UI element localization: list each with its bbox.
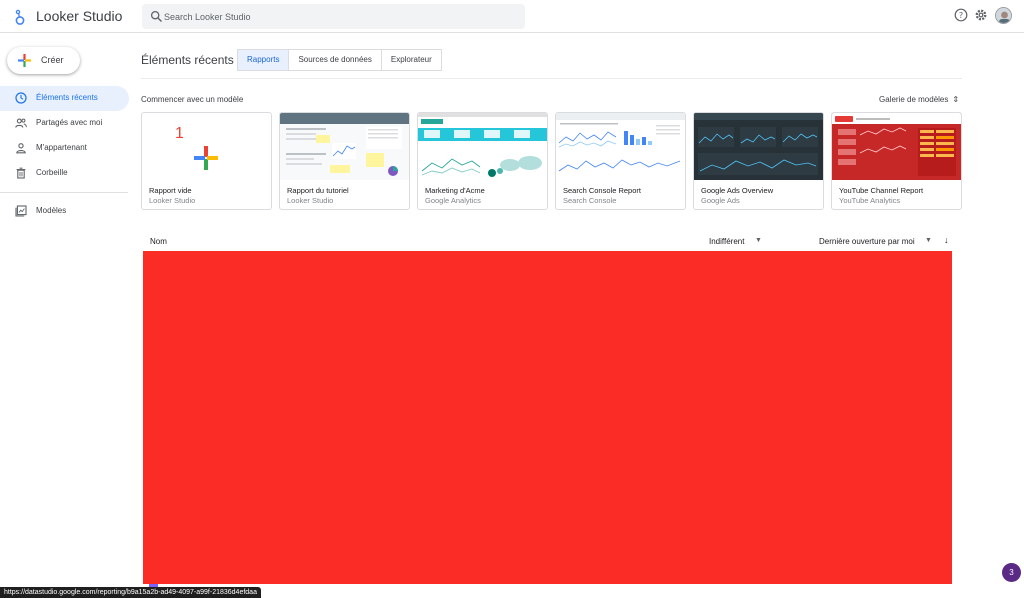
sidebar-divider [0,192,128,193]
looker-studio-logo-icon[interactable] [14,8,26,26]
report-list-header: Nom Indifférent ▼ Dernière ouverture par… [141,232,962,250]
unfold-icon: ⇕ [952,95,960,104]
avatar-image [996,8,1011,23]
app-title[interactable]: Looker Studio [36,8,122,24]
sidebar-item-trash[interactable]: Corbeille [0,161,129,186]
column-name[interactable]: Nom [150,237,167,246]
create-button[interactable]: Créer [7,47,80,74]
template-name: Rapport du tutoriel [287,186,349,195]
template-source: Looker Studio [149,196,196,205]
trash-icon [16,167,26,179]
tab-reports[interactable]: Rapports [237,49,290,71]
sidebar-item-label: M'appartenant [36,143,87,152]
plus-icon [18,54,31,67]
create-button-label: Créer [41,55,64,65]
template-name: Marketing d'Acme [425,186,485,195]
search-console-preview-graphic [556,113,685,180]
template-name: YouTube Channel Report [839,186,924,195]
search-input[interactable] [164,7,514,26]
badge-number: 1 [175,125,184,142]
template-card-youtube[interactable]: YouTube Channel Report YouTube Analytics [831,112,962,210]
chevron-down-icon[interactable]: ▼ [755,237,762,244]
sidebar-item-label: Partagés avec moi [36,118,103,127]
template-card-acme[interactable]: Marketing d'Acme Google Analytics [417,112,548,210]
sort-direction-icon[interactable]: ↓ [944,235,949,245]
template-thumbnail [832,113,961,180]
template-name: Rapport vide [149,186,192,195]
clock-icon [15,92,27,104]
template-card-search-console[interactable]: Search Console Report Search Console [555,112,686,210]
template-source: Looker Studio [287,196,334,205]
svg-text:?: ? [959,11,963,20]
sidebar-item-label: Corbeille [36,168,68,177]
page-title: Éléments récents [141,53,234,67]
template-source: Search Console [563,196,617,205]
owner-filter[interactable]: Indifférent [709,237,744,246]
sidebar-item-owned[interactable]: M'appartenant [0,136,129,161]
sidebar-item-templates[interactable]: Modèles [0,199,129,224]
sidebar: Créer Éléments récents Partagés avec moi… [0,34,135,598]
template-thumbnail [556,113,685,180]
notification-badge[interactable]: 3 [1002,563,1021,582]
template-card-blank[interactable]: 1 Rapport vide Looker Studio [141,112,272,210]
acme-preview-graphic [418,113,547,180]
sort-dropdown[interactable]: Dernière ouverture par moi [819,237,915,246]
template-gallery-link[interactable]: Galerie de modèles ⇕ [879,95,959,104]
sidebar-item-recent[interactable]: Éléments récents [0,86,129,111]
avatar[interactable] [995,7,1012,24]
youtube-preview-graphic [832,113,961,180]
template-card-google-ads[interactable]: Google Ads Overview Google Ads [693,112,824,210]
help-icon[interactable]: ? [954,8,968,22]
top-bar: Looker Studio ? [0,0,1024,33]
plus-icon [194,146,218,170]
templates-icon [15,205,27,217]
template-card-tutorial[interactable]: Rapport du tutoriel Looker Studio [279,112,410,210]
tutorial-preview-graphic [280,113,409,180]
status-bar-url: https://datastudio.google.com/reporting/… [0,587,261,598]
template-source: Google Analytics [425,196,481,205]
templates-label: Commencer avec un modèle [141,95,244,104]
people-icon [15,118,27,128]
header-divider [141,78,962,79]
tab-bar: Rapports Sources de données Explorateur [237,49,442,71]
sidebar-item-shared[interactable]: Partagés avec moi [0,111,129,136]
template-name: Search Console Report [563,186,641,195]
chevron-down-icon[interactable]: ▼ [925,237,932,244]
search-bar[interactable] [142,4,525,29]
top-icons: ? [954,7,1014,26]
gallery-link-label: Galerie de modèles [879,95,949,104]
template-name: Google Ads Overview [701,186,774,195]
template-thumbnail [694,113,823,180]
person-icon [16,143,26,154]
tab-data-sources[interactable]: Sources de données [289,49,382,71]
sidebar-item-label: Éléments récents [36,93,98,102]
search-icon [150,10,162,22]
google-ads-preview-graphic [694,113,823,180]
template-thumbnail [418,113,547,180]
tab-explorer[interactable]: Explorateur [381,49,442,71]
settings-icon[interactable] [974,8,988,22]
template-source: YouTube Analytics [839,196,901,205]
redacted-report-list [143,251,952,584]
sidebar-item-label: Modèles [36,206,67,215]
template-source: Google Ads [701,196,740,205]
template-thumbnail [280,113,409,180]
template-thumbnail: 1 [142,113,271,180]
